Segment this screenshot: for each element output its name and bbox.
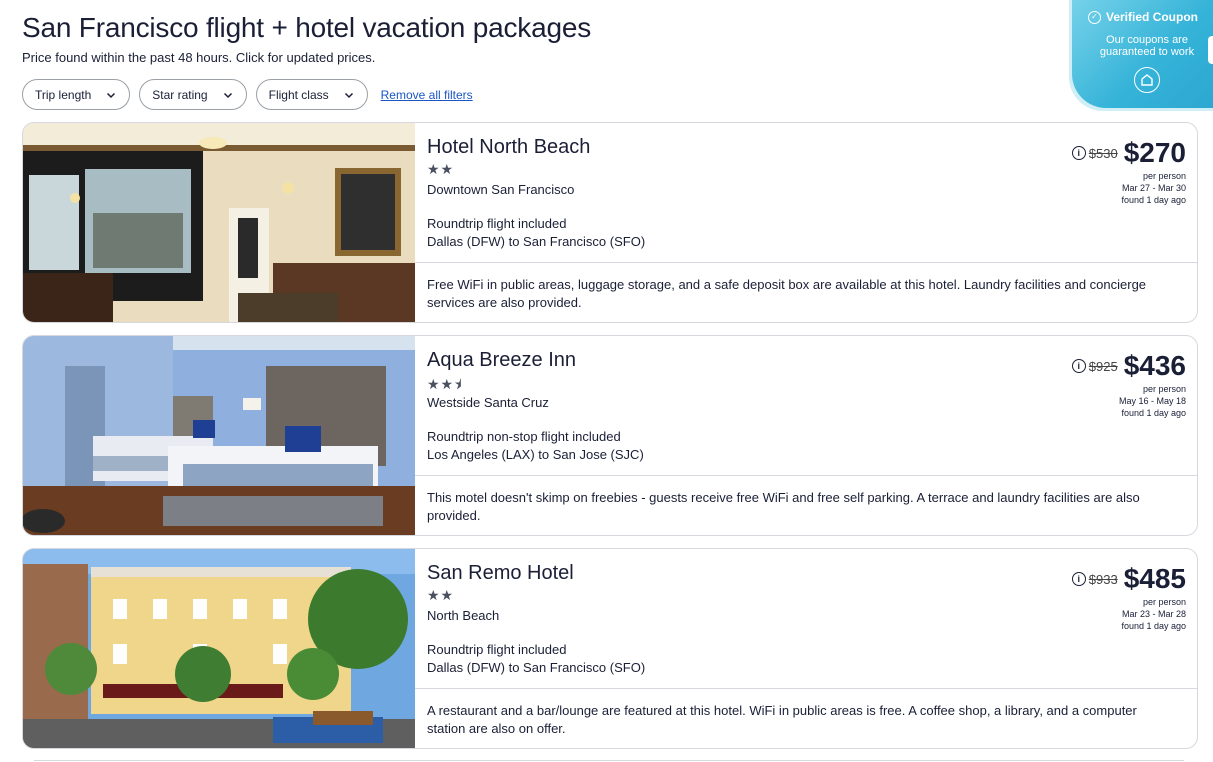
card-divider — [415, 475, 1197, 476]
price-block: i $933 $485 per person Mar 23 - Mar 28 f… — [1071, 563, 1186, 632]
info-icon[interactable]: i — [1071, 359, 1086, 373]
flight-route: Dallas (DFW) to San Francisco (SFO) — [427, 234, 646, 249]
flight-route: Dallas (DFW) to San Francisco (SFO) — [427, 660, 646, 675]
hotel-description: A restaurant and a bar/lounge are featur… — [427, 703, 1137, 736]
package-card[interactable]: San Remo Hotel ★★ North Beach Roundtrip … — [22, 548, 1198, 749]
price-unit: per person — [1142, 384, 1186, 394]
flight-route: Los Angeles (LAX) to San Jose (SJC) — [427, 447, 644, 462]
hotel-name[interactable]: Aqua Breeze Inn — [427, 349, 576, 372]
coupon-text: Our coupons are guaranteed to work — [1099, 34, 1195, 58]
coupon-title-text: Verified Coupon — [1106, 10, 1199, 24]
chevron-down-icon — [107, 92, 116, 98]
hotel-photo[interactable] — [23, 123, 415, 322]
remove-all-filters-link[interactable]: Remove all filters — [381, 88, 473, 102]
star-rating-filter[interactable]: Star rating — [139, 79, 247, 110]
original-price: $530 — [1088, 145, 1118, 161]
package-card[interactable]: Aqua Breeze Inn ★★⯨ Westside Santa Cruz … — [22, 335, 1198, 536]
info-icon[interactable]: i — [1071, 146, 1086, 160]
hotel-location: Downtown San Francisco — [427, 182, 575, 197]
hotel-description: Free WiFi in public areas, luggage stora… — [427, 277, 1147, 310]
flight-class-label: Flight class — [268, 87, 329, 102]
hotel-description: This motel doesn't skimp on freebies - g… — [427, 490, 1140, 523]
flight-info: Roundtrip non-stop flight included — [427, 429, 621, 444]
hotel-name[interactable]: Hotel North Beach — [427, 136, 590, 159]
star-rating-label: Star rating — [152, 87, 208, 102]
price-unit: per person — [1142, 597, 1186, 607]
coupon-tag-icon — [1134, 67, 1160, 93]
price-unit: per person — [1142, 171, 1186, 181]
flight-info: Roundtrip flight included — [427, 642, 567, 657]
card-divider — [415, 688, 1197, 689]
coupon-title: ✓ Verified Coupon — [1088, 10, 1198, 24]
check-circle-icon: ✓ — [1088, 10, 1101, 24]
star-rating: ★★ — [427, 161, 455, 177]
hotel-photo[interactable] — [23, 549, 415, 748]
hotel-location: Westside Santa Cruz — [427, 395, 549, 410]
found-time: found 1 day ago — [1121, 408, 1186, 418]
coupon-side-tab[interactable] — [1208, 36, 1213, 64]
page-title: San Francisco flight + hotel vacation pa… — [22, 12, 592, 43]
price-block: i $925 $436 per person May 16 - May 18 f… — [1071, 350, 1186, 419]
hotel-name[interactable]: San Remo Hotel — [427, 562, 574, 585]
package-price: $436 — [1123, 350, 1186, 381]
package-price: $270 — [1123, 137, 1186, 168]
found-time: found 1 day ago — [1121, 195, 1186, 205]
flight-class-filter[interactable]: Flight class — [255, 79, 368, 110]
hotel-photo[interactable] — [23, 336, 415, 535]
page-subtitle: Price found within the past 48 hours. Cl… — [22, 50, 376, 65]
original-price: $933 — [1088, 571, 1118, 587]
verified-coupon-badge[interactable]: ✓ Verified Coupon Our coupons are guaran… — [1072, 0, 1213, 108]
filter-bar: Trip length Star rating Flight class Rem… — [22, 79, 473, 110]
star-rating: ★★ — [427, 587, 455, 603]
chevron-down-icon — [223, 92, 232, 98]
original-price: $925 — [1088, 358, 1118, 374]
trip-length-filter[interactable]: Trip length — [22, 79, 131, 110]
card-divider — [415, 262, 1197, 263]
info-icon[interactable]: i — [1071, 572, 1086, 586]
flight-info: Roundtrip flight included — [427, 216, 567, 231]
travel-dates: May 16 - May 18 — [1118, 396, 1186, 406]
travel-dates: Mar 27 - Mar 30 — [1121, 183, 1186, 193]
found-time: found 1 day ago — [1121, 621, 1186, 631]
package-card[interactable]: Hotel North Beach ★★ Downtown San Franci… — [22, 122, 1198, 323]
chevron-down-icon — [344, 92, 353, 98]
trip-length-label: Trip length — [35, 87, 92, 102]
package-price: $485 — [1123, 563, 1186, 594]
price-block: i $530 $270 per person Mar 27 - Mar 30 f… — [1071, 137, 1186, 206]
hotel-location: North Beach — [427, 608, 500, 623]
list-bottom-divider — [34, 760, 1184, 761]
travel-dates: Mar 23 - Mar 28 — [1121, 609, 1186, 619]
